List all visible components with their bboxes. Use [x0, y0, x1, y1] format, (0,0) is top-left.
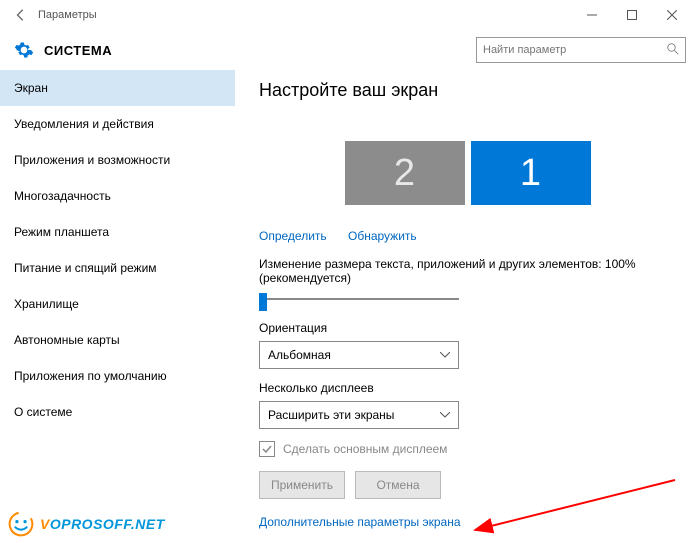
- chevron-down-icon: [440, 350, 450, 361]
- sidebar-item-tablet-mode[interactable]: Режим планшета: [0, 214, 235, 250]
- close-button[interactable]: [652, 2, 692, 28]
- watermark: VOPROSOFF.NET: [8, 511, 165, 537]
- sidebar-item-offline-maps[interactable]: Автономные карты: [0, 322, 235, 358]
- monitor-2[interactable]: 2: [345, 141, 465, 205]
- scaling-label: Изменение размера текста, приложений и д…: [259, 257, 676, 285]
- sidebar-item-storage[interactable]: Хранилище: [0, 286, 235, 322]
- header-title: СИСТЕМА: [44, 43, 112, 58]
- search-input[interactable]: [483, 44, 667, 56]
- advanced-display-link[interactable]: Дополнительные параметры экрана: [259, 515, 461, 529]
- slider-thumb[interactable]: [259, 293, 267, 311]
- minimize-icon: [587, 10, 597, 20]
- sidebar-item-about[interactable]: О системе: [0, 394, 235, 430]
- window-controls: [572, 2, 692, 28]
- maximize-button[interactable]: [612, 2, 652, 28]
- main-content: Настройте ваш экран 2 1 Определить Обнар…: [235, 70, 700, 543]
- orientation-combo[interactable]: Альбомная: [259, 341, 459, 369]
- sidebar-item-default-apps[interactable]: Приложения по умолчанию: [0, 358, 235, 394]
- orientation-value: Альбомная: [268, 348, 331, 362]
- multi-display-combo[interactable]: Расширить эти экраны: [259, 401, 459, 429]
- check-icon: [261, 443, 273, 455]
- sidebar-item-power-sleep[interactable]: Питание и спящий режим: [0, 250, 235, 286]
- titlebar: Параметры: [0, 0, 700, 30]
- multi-display-value: Расширить эти экраны: [268, 408, 394, 422]
- header: СИСТЕМА: [0, 30, 700, 70]
- slider-track: [259, 298, 459, 300]
- identify-link[interactable]: Определить: [259, 229, 327, 243]
- scaling-slider[interactable]: [259, 291, 459, 307]
- back-button[interactable]: [8, 2, 34, 28]
- make-main-row: Сделать основным дисплеем: [259, 441, 676, 457]
- minimize-button[interactable]: [572, 2, 612, 28]
- sidebar-item-notifications[interactable]: Уведомления и действия: [0, 106, 235, 142]
- sidebar: Экран Уведомления и действия Приложения …: [0, 70, 235, 543]
- monitor-arrangement[interactable]: 2 1: [259, 111, 676, 225]
- display-links: Определить Обнаружить: [259, 229, 676, 243]
- scaling-slider-wrap: [259, 291, 676, 307]
- maximize-icon: [627, 10, 637, 20]
- search-icon: [667, 43, 679, 58]
- body: Экран Уведомления и действия Приложения …: [0, 70, 700, 543]
- make-main-checkbox[interactable]: [259, 441, 275, 457]
- cancel-button[interactable]: Отмена: [355, 471, 441, 499]
- chevron-down-icon: [440, 410, 450, 421]
- gear-icon: [14, 40, 34, 60]
- close-icon: [667, 10, 677, 20]
- detect-link[interactable]: Обнаружить: [348, 229, 417, 243]
- page-title: Настройте ваш экран: [259, 80, 676, 101]
- sidebar-item-display[interactable]: Экран: [0, 70, 235, 106]
- button-row: Применить Отмена: [259, 471, 676, 499]
- watermark-text: VOPROSOFF.NET: [40, 516, 165, 532]
- watermark-face-icon: [8, 511, 34, 537]
- orientation-label: Ориентация: [259, 321, 676, 335]
- arrow-left-icon: [14, 8, 28, 22]
- window-title: Параметры: [38, 9, 97, 21]
- make-main-label: Сделать основным дисплеем: [283, 442, 447, 456]
- apply-button[interactable]: Применить: [259, 471, 345, 499]
- sidebar-item-multitasking[interactable]: Многозадачность: [0, 178, 235, 214]
- sidebar-item-apps-features[interactable]: Приложения и возможности: [0, 142, 235, 178]
- search-box[interactable]: [476, 37, 686, 63]
- multi-display-label: Несколько дисплеев: [259, 381, 676, 395]
- monitor-1[interactable]: 1: [471, 141, 591, 205]
